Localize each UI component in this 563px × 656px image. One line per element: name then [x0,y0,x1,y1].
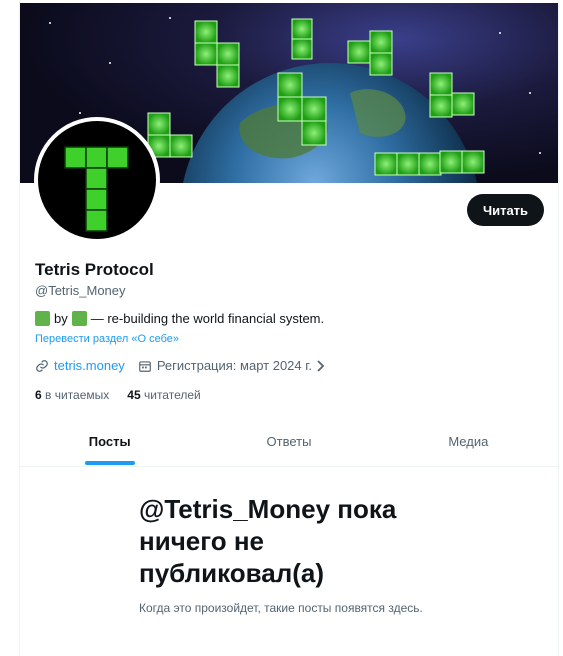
translate-bio-link[interactable]: Перевести раздел «О себе» [35,333,179,345]
bio-text: — re-building the world financial system… [90,311,325,326]
profile-name: Tetris Protocol [35,260,154,279]
calendar-icon [138,360,151,372]
profile-handle: @Tetris_Money [35,283,126,298]
follow-button[interactable]: Читать [467,194,544,226]
profile-column: Читать Tetris Protocol @Tetris_Money by … [19,0,559,656]
green-square-icon [35,311,50,326]
followers-label: читателей [143,388,201,402]
bio-by: by [54,311,68,326]
empty-state-subtitle: Когда это произойдет, такие посты появят… [139,601,423,615]
green-square-icon [71,311,87,326]
tab-replies-label: Ответы [266,433,312,449]
chevron-right-icon[interactable] [316,359,326,373]
tab-replies[interactable]: Ответы [199,416,378,466]
following-label: в читаемых [45,388,110,402]
tab-media[interactable]: Медиа [379,416,558,466]
followers-stat[interactable]: 45 читателей [127,388,200,402]
tab-media-label: Медиа [448,433,489,449]
following-stat[interactable]: 6 в читаемых [35,388,109,402]
link-icon [36,359,48,372]
followers-count: 45 [127,388,141,402]
empty-state-title: @Tetris_Money пока ничего не публиковал(… [139,494,397,588]
profile-bio: by — re-building the world financial sys… [35,311,324,326]
tab-posts[interactable]: Посты [20,416,199,466]
website-link[interactable]: tetris.money [54,358,125,373]
profile-meta: tetris.money Регистрация: март 2024 г. [35,358,326,373]
joined-date: Регистрация: март 2024 г. [156,358,313,373]
active-tab-indicator [84,461,135,465]
profile-tabs: Посты Ответы Медиа [20,416,558,467]
follow-counts: 6 в читаемых 45 читателей [35,388,201,402]
avatar[interactable] [34,117,160,243]
tab-posts-label: Посты [88,433,131,449]
tetris-logo-icon [64,146,129,232]
following-count: 6 [35,388,42,402]
